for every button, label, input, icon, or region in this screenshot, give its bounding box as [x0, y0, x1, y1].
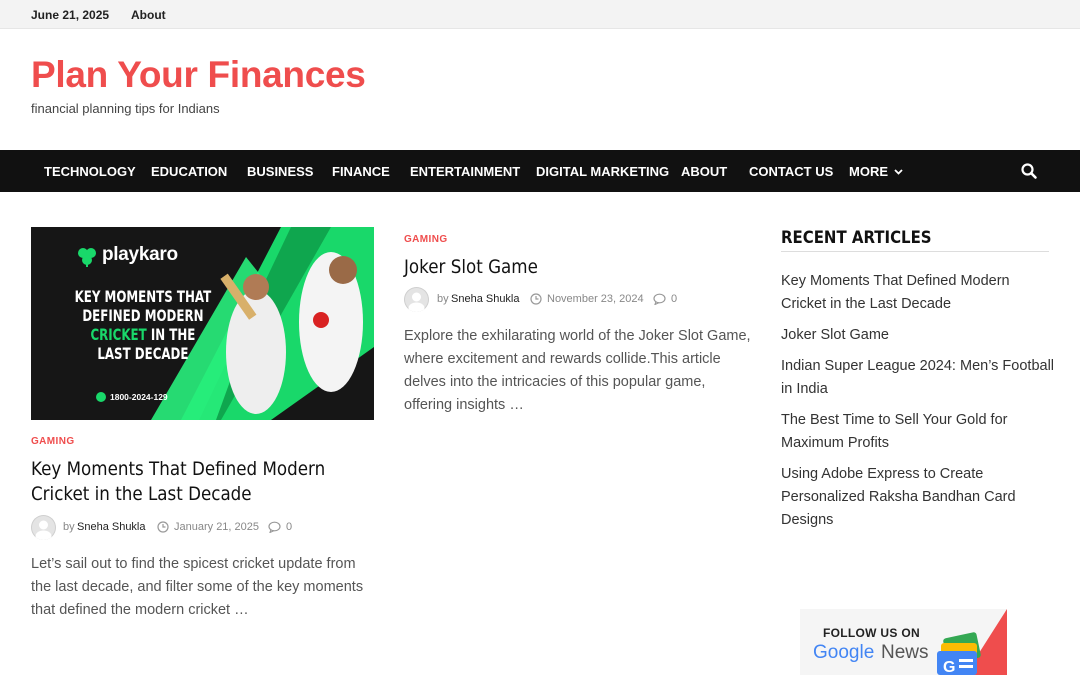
comment-icon: [268, 521, 281, 533]
google-news-icon: G: [937, 609, 1007, 675]
widget-divider: [781, 251, 1049, 252]
news-wordmark: News: [881, 642, 929, 663]
recent-article-link[interactable]: Indian Super League 2024: Men’s Football…: [781, 355, 1056, 401]
post-excerpt: Let’s sail out to find the spicest crick…: [31, 556, 364, 618]
nav-item-digital-marketing[interactable]: DIGITAL MARKETING: [536, 164, 669, 179]
nav-item-technology[interactable]: TECHNOLOGY: [44, 164, 136, 179]
thumbnail-headline: KEY MOMENTS THAT DEFINED MODERN CRICKET …: [74, 287, 212, 363]
recent-article-link[interactable]: Key Moments That Defined Modern Cricket …: [781, 270, 1056, 316]
comment-count[interactable]: 0: [671, 293, 677, 305]
thumbnail-phone: 1800-2024-129: [110, 392, 168, 402]
phone-icon: [96, 392, 106, 402]
svg-text:G: G: [943, 659, 955, 675]
post-title[interactable]: Joker Slot Game: [404, 255, 738, 280]
recent-articles-title: RECENT ARTICLES: [781, 228, 932, 248]
author-avatar[interactable]: [31, 515, 56, 540]
post-date[interactable]: January 21, 2025: [174, 521, 259, 533]
post-category[interactable]: GAMING: [404, 234, 448, 245]
by-label: by: [63, 521, 75, 533]
site-tagline: financial planning tips for Indians: [31, 101, 220, 116]
post-thumbnail[interactable]: playkaro KEY MOMENTS THAT DEFINED MODERN…: [31, 227, 374, 420]
current-date: June 21, 2025: [31, 8, 110, 22]
author-avatar[interactable]: [404, 287, 429, 312]
shamrock-icon: [76, 245, 98, 267]
recent-article-link[interactable]: Joker Slot Game: [781, 324, 1056, 347]
playkaro-logo-text: playkaro: [102, 244, 178, 265]
nav-item-entertainment[interactable]: ENTERTAINMENT: [410, 164, 520, 179]
nav-item-business[interactable]: BUSINESS: [247, 164, 313, 179]
post-excerpt: Explore the exhilarating world of the Jo…: [404, 328, 751, 413]
nav-item-more[interactable]: MORE: [849, 164, 903, 179]
google-wordmark: Google: [813, 642, 875, 663]
author-name[interactable]: Sneha Shukla: [77, 521, 146, 533]
author-name[interactable]: Sneha Shukla: [451, 293, 520, 305]
top-about-link[interactable]: About: [131, 8, 166, 22]
chevron-down-icon: [894, 169, 903, 175]
nav-item-about[interactable]: ABOUT: [681, 164, 727, 179]
follow-us-label: FOLLOW US ON: [823, 626, 920, 640]
google-news-badge[interactable]: FOLLOW US ON Google News G: [800, 609, 1007, 675]
recent-article-link[interactable]: Using Adobe Express to Create Personaliz…: [781, 463, 1056, 532]
nav-item-contact-us[interactable]: CONTACT US: [749, 164, 833, 179]
comment-icon: [653, 293, 666, 305]
recent-article-link[interactable]: The Best Time to Sell Your Gold for Maxi…: [781, 409, 1056, 455]
search-icon[interactable]: [1020, 162, 1038, 180]
clock-icon: [157, 521, 169, 533]
nav-more-label: MORE: [849, 164, 888, 179]
comment-count[interactable]: 0: [286, 521, 292, 533]
main-nav: TECHNOLOGY EDUCATION BUSINESS FINANCE EN…: [0, 150, 1080, 192]
post-category[interactable]: GAMING: [31, 436, 75, 447]
clock-icon: [530, 293, 542, 305]
post-title[interactable]: Key Moments That Defined Modern Cricket …: [31, 457, 365, 507]
top-bar: June 21, 2025 About: [0, 0, 1080, 29]
nav-item-finance[interactable]: FINANCE: [332, 164, 390, 179]
post-meta: by Sneha Shukla January 21, 2025 0: [31, 515, 331, 540]
post-date[interactable]: November 23, 2024: [547, 293, 644, 305]
by-label: by: [437, 293, 449, 305]
site-title[interactable]: Plan Your Finances: [31, 54, 366, 96]
nav-item-education[interactable]: EDUCATION: [151, 164, 227, 179]
post-meta: by Sneha Shukla November 23, 2024 0: [404, 287, 704, 312]
